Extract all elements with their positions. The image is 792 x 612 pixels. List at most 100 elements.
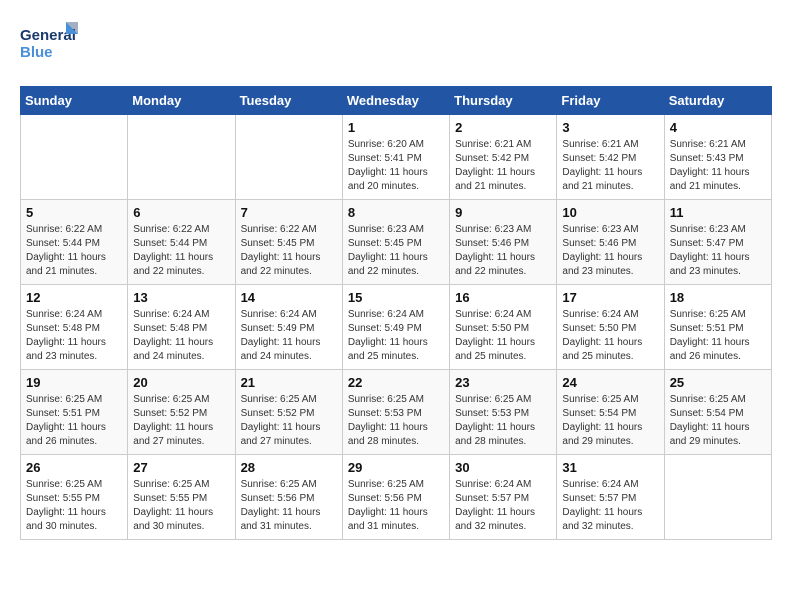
day-info: Sunrise: 6:25 AM Sunset: 5:52 PM Dayligh… <box>241 393 337 449</box>
day-info: Sunrise: 6:25 AM Sunset: 5:56 PM Dayligh… <box>241 478 337 534</box>
day-info: Sunrise: 6:20 AM Sunset: 5:41 PM Dayligh… <box>348 138 444 194</box>
day-info: Sunrise: 6:25 AM Sunset: 5:54 PM Dayligh… <box>562 393 658 449</box>
day-info: Sunrise: 6:24 AM Sunset: 5:50 PM Dayligh… <box>455 308 551 364</box>
calendar-cell: 6 Sunrise: 6:22 AM Sunset: 5:44 PM Daylig… <box>128 200 235 285</box>
day-info: Sunrise: 6:24 AM Sunset: 5:57 PM Dayligh… <box>562 478 658 534</box>
svg-text:Blue: Blue <box>20 44 53 61</box>
calendar-cell <box>128 115 235 200</box>
day-info: Sunrise: 6:23 AM Sunset: 5:46 PM Dayligh… <box>562 223 658 279</box>
calendar-week-4: 19 Sunrise: 6:25 AM Sunset: 5:51 PM Dayli… <box>21 370 772 455</box>
weekday-header-saturday: Saturday <box>664 87 771 115</box>
day-info: Sunrise: 6:25 AM Sunset: 5:51 PM Dayligh… <box>670 308 766 364</box>
day-info: Sunrise: 6:25 AM Sunset: 5:51 PM Dayligh… <box>26 393 122 449</box>
day-info: Sunrise: 6:24 AM Sunset: 5:57 PM Dayligh… <box>455 478 551 534</box>
day-number: 7 <box>241 205 337 220</box>
weekday-header-row: SundayMondayTuesdayWednesdayThursdayFrid… <box>21 87 772 115</box>
day-number: 19 <box>26 375 122 390</box>
calendar-cell: 25 Sunrise: 6:25 AM Sunset: 5:54 PM Dayli… <box>664 370 771 455</box>
calendar-table: SundayMondayTuesdayWednesdayThursdayFrid… <box>20 86 772 540</box>
day-number: 11 <box>670 205 766 220</box>
calendar-week-2: 5Sunrise: 6:22 AM Sunset: 5:44 PM Daylig… <box>21 200 772 285</box>
logo-svg: General Blue <box>20 20 80 70</box>
calendar-cell: 29 Sunrise: 6:25 AM Sunset: 5:56 PM Dayli… <box>342 455 449 540</box>
day-number: 2 <box>455 120 551 135</box>
calendar-cell: 2 Sunrise: 6:21 AM Sunset: 5:42 PM Daylig… <box>450 115 557 200</box>
day-info: Sunrise: 6:23 AM Sunset: 5:46 PM Dayligh… <box>455 223 551 279</box>
calendar-cell: 20 Sunrise: 6:25 AM Sunset: 5:52 PM Dayli… <box>128 370 235 455</box>
calendar-cell: 18 Sunrise: 6:25 AM Sunset: 5:51 PM Dayli… <box>664 285 771 370</box>
weekday-header-monday: Monday <box>128 87 235 115</box>
day-info: Sunrise: 6:25 AM Sunset: 5:55 PM Dayligh… <box>133 478 229 534</box>
calendar-cell: 19 Sunrise: 6:25 AM Sunset: 5:51 PM Dayli… <box>21 370 128 455</box>
day-info: Sunrise: 6:24 AM Sunset: 5:48 PM Dayligh… <box>133 308 229 364</box>
calendar-cell: 1 Sunrise: 6:20 AM Sunset: 5:41 PM Daylig… <box>342 115 449 200</box>
day-number: 24 <box>562 375 658 390</box>
weekday-header-tuesday: Tuesday <box>235 87 342 115</box>
day-number: 17 <box>562 290 658 305</box>
day-info: Sunrise: 6:21 AM Sunset: 5:42 PM Dayligh… <box>455 138 551 194</box>
day-info: Sunrise: 6:25 AM Sunset: 5:52 PM Dayligh… <box>133 393 229 449</box>
calendar-cell: 15Sunrise: 6:24 AM Sunset: 5:49 PM Dayli… <box>342 285 449 370</box>
day-info: Sunrise: 6:23 AM Sunset: 5:45 PM Dayligh… <box>348 223 444 279</box>
day-info: Sunrise: 6:24 AM Sunset: 5:49 PM Dayligh… <box>241 308 337 364</box>
day-number: 4 <box>670 120 766 135</box>
calendar-cell: 14 Sunrise: 6:24 AM Sunset: 5:49 PM Dayli… <box>235 285 342 370</box>
calendar-cell: 8 Sunrise: 6:23 AM Sunset: 5:45 PM Daylig… <box>342 200 449 285</box>
day-info: Sunrise: 6:23 AM Sunset: 5:47 PM Dayligh… <box>670 223 766 279</box>
calendar-cell <box>21 115 128 200</box>
weekday-header-sunday: Sunday <box>21 87 128 115</box>
calendar-cell: 12Sunrise: 6:24 AM Sunset: 5:48 PM Dayli… <box>21 285 128 370</box>
day-info: Sunrise: 6:24 AM Sunset: 5:50 PM Dayligh… <box>562 308 658 364</box>
calendar-cell <box>235 115 342 200</box>
weekday-header-thursday: Thursday <box>450 87 557 115</box>
day-number: 6 <box>133 205 229 220</box>
day-info: Sunrise: 6:22 AM Sunset: 5:45 PM Dayligh… <box>241 223 337 279</box>
calendar-cell: 23Sunrise: 6:25 AM Sunset: 5:53 PM Dayli… <box>450 370 557 455</box>
day-number: 16 <box>455 290 551 305</box>
day-number: 26 <box>26 460 122 475</box>
day-info: Sunrise: 6:22 AM Sunset: 5:44 PM Dayligh… <box>26 223 122 279</box>
calendar-week-3: 12Sunrise: 6:24 AM Sunset: 5:48 PM Dayli… <box>21 285 772 370</box>
calendar-cell: 4Sunrise: 6:21 AM Sunset: 5:43 PM Daylig… <box>664 115 771 200</box>
calendar-cell: 17 Sunrise: 6:24 AM Sunset: 5:50 PM Dayli… <box>557 285 664 370</box>
day-number: 20 <box>133 375 229 390</box>
day-info: Sunrise: 6:22 AM Sunset: 5:44 PM Dayligh… <box>133 223 229 279</box>
day-info: Sunrise: 6:25 AM Sunset: 5:54 PM Dayligh… <box>670 393 766 449</box>
weekday-header-wednesday: Wednesday <box>342 87 449 115</box>
calendar-week-1: 1 Sunrise: 6:20 AM Sunset: 5:41 PM Daylig… <box>21 115 772 200</box>
page-header: General Blue <box>20 20 772 70</box>
day-info: Sunrise: 6:25 AM Sunset: 5:53 PM Dayligh… <box>348 393 444 449</box>
calendar-cell: 13 Sunrise: 6:24 AM Sunset: 5:48 PM Dayli… <box>128 285 235 370</box>
day-number: 1 <box>348 120 444 135</box>
weekday-header-friday: Friday <box>557 87 664 115</box>
calendar-cell: 21 Sunrise: 6:25 AM Sunset: 5:52 PM Dayli… <box>235 370 342 455</box>
day-info: Sunrise: 6:21 AM Sunset: 5:42 PM Dayligh… <box>562 138 658 194</box>
day-number: 8 <box>348 205 444 220</box>
calendar-cell <box>664 455 771 540</box>
calendar-cell: 27 Sunrise: 6:25 AM Sunset: 5:55 PM Dayli… <box>128 455 235 540</box>
day-number: 18 <box>670 290 766 305</box>
day-number: 25 <box>670 375 766 390</box>
calendar-cell: 10Sunrise: 6:23 AM Sunset: 5:46 PM Dayli… <box>557 200 664 285</box>
calendar-cell: 28 Sunrise: 6:25 AM Sunset: 5:56 PM Dayli… <box>235 455 342 540</box>
day-number: 28 <box>241 460 337 475</box>
calendar-cell: 31 Sunrise: 6:24 AM Sunset: 5:57 PM Dayli… <box>557 455 664 540</box>
day-number: 30 <box>455 460 551 475</box>
day-info: Sunrise: 6:24 AM Sunset: 5:48 PM Dayligh… <box>26 308 122 364</box>
day-number: 13 <box>133 290 229 305</box>
calendar-cell: 26Sunrise: 6:25 AM Sunset: 5:55 PM Dayli… <box>21 455 128 540</box>
calendar-cell: 30 Sunrise: 6:24 AM Sunset: 5:57 PM Dayli… <box>450 455 557 540</box>
day-number: 31 <box>562 460 658 475</box>
day-number: 27 <box>133 460 229 475</box>
calendar-cell: 24 Sunrise: 6:25 AM Sunset: 5:54 PM Dayli… <box>557 370 664 455</box>
day-info: Sunrise: 6:25 AM Sunset: 5:56 PM Dayligh… <box>348 478 444 534</box>
calendar-cell: 3Sunrise: 6:21 AM Sunset: 5:42 PM Daylig… <box>557 115 664 200</box>
day-number: 29 <box>348 460 444 475</box>
day-number: 21 <box>241 375 337 390</box>
calendar-cell: 16 Sunrise: 6:24 AM Sunset: 5:50 PM Dayli… <box>450 285 557 370</box>
day-number: 14 <box>241 290 337 305</box>
day-info: Sunrise: 6:24 AM Sunset: 5:49 PM Dayligh… <box>348 308 444 364</box>
calendar-cell: 7 Sunrise: 6:22 AM Sunset: 5:45 PM Daylig… <box>235 200 342 285</box>
logo: General Blue <box>20 20 80 70</box>
day-number: 22 <box>348 375 444 390</box>
